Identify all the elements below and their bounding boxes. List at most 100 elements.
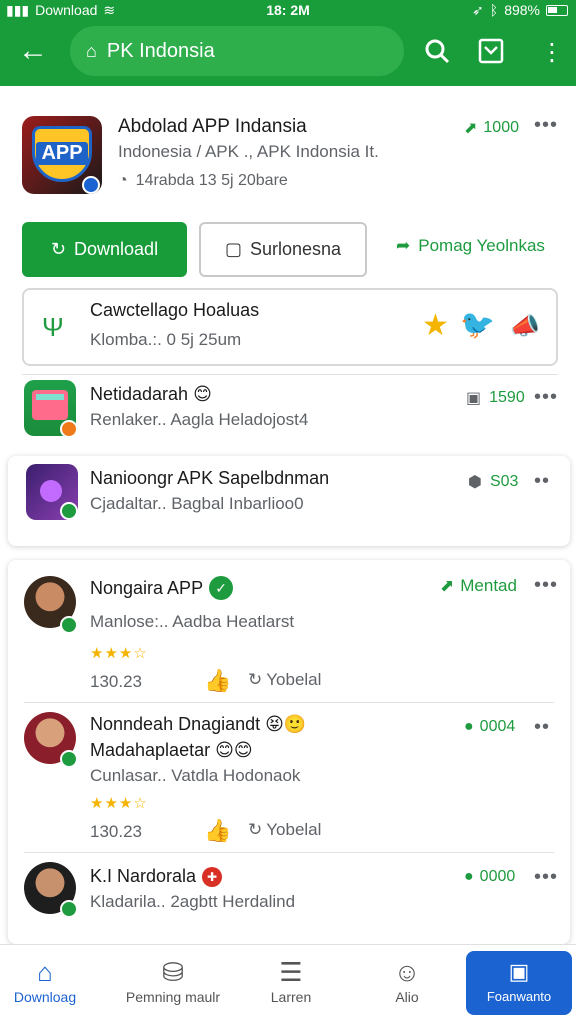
verified-badge-icon: [82, 176, 100, 194]
feature-title: Cawctellago Hoaluas: [90, 300, 260, 320]
secondary-button-label: Surlonesna: [249, 239, 342, 259]
download-button[interactable]: ↻ Downloadl: [22, 222, 187, 277]
bluetooth-icon: ᛒ: [489, 2, 499, 18]
more-options-icon[interactable]: ••: [534, 470, 550, 493]
review-time: 130.23: [90, 822, 142, 841]
review-status: ● 0004: [464, 718, 515, 736]
list-item[interactable]: Netidadarah 😊 Renlaker.. Aagla Heladojos…: [0, 376, 576, 446]
battery-percent: 898%: [504, 2, 540, 18]
feature-card[interactable]: Ψ Cawctellago Hoaluas Klomba.:. 0 5j 25u…: [22, 288, 558, 366]
more-options-icon[interactable]: ••: [534, 716, 550, 739]
search-text: PK Indonsia: [106, 39, 215, 62]
nav-item-download[interactable]: ⌂ Downloag: [0, 955, 102, 1005]
list-item-count: ▣ 1590: [466, 388, 525, 408]
review-status-text: Mentad: [460, 576, 517, 595]
review-status-text: 0000: [479, 868, 516, 885]
app-title: Abdolad APP Indansia: [118, 116, 307, 137]
divider: [24, 702, 554, 703]
download-count: ⬈ 1000: [464, 118, 519, 138]
thumbs-up-icon[interactable]: 👍: [204, 668, 231, 694]
nav-label: Larren: [270, 989, 312, 1005]
reply-link[interactable]: ↻ Yobelal: [248, 670, 321, 690]
review-sub: Manlose:.. Aadba Heatlarst: [90, 612, 295, 631]
location-icon: ➶: [472, 1, 484, 18]
share-icon: ➦: [396, 236, 411, 255]
star-icon: ★: [422, 309, 449, 342]
status-right: ➶ ᛒ 898%: [472, 2, 568, 19]
review-status-text: 0004: [479, 718, 516, 735]
chat-icon: ●: [464, 718, 474, 735]
trend-up-icon: ⬈: [440, 576, 455, 595]
review-title: Nonndeah Dnagiandt 😝🙂: [90, 714, 307, 734]
thumbs-up-icon[interactable]: 👍: [204, 818, 231, 844]
verified-badge-icon: [60, 750, 78, 768]
review-status: ● 0000: [464, 868, 515, 886]
nav-item-larren[interactable]: ☰ Larren: [234, 955, 348, 1005]
review-title: Nongaira APP ✓: [90, 576, 234, 600]
nav-label: Alio: [395, 989, 419, 1005]
notification-icon: ☺: [393, 957, 421, 987]
box-icon: ▣: [466, 390, 482, 407]
app-bar: ← ⌂ PK Indonsia ⋮: [0, 20, 576, 86]
bottom-navigation: ⌂ Downloag ⛁ Pemning maulr ☰ Larren ☺ Al…: [0, 944, 576, 1024]
reply-label: Yobelal: [266, 670, 322, 689]
alert-icon: ✚: [202, 866, 223, 887]
search-field[interactable]: ⌂ PK Indonsia: [70, 26, 404, 76]
reply-label: Yobelal: [266, 820, 322, 839]
list-icon: ☰: [279, 957, 303, 987]
nav-item-foanwanto[interactable]: ▣ Foanwanto: [466, 951, 572, 1015]
rating-stars: ★★★☆: [90, 795, 148, 812]
list-item-count: ⬢ S03: [468, 472, 518, 492]
tonal-link[interactable]: ➦ Pomag Yeolnkas: [396, 236, 545, 256]
rating-stars: ★★★☆: [90, 645, 148, 662]
tonal-link-label: Pomag Yeolnkas: [418, 236, 545, 255]
list-item-count-text: 1590: [489, 389, 525, 406]
bookmark-icon[interactable]: [478, 38, 504, 71]
megaphone-icon[interactable]: 📣: [510, 312, 540, 341]
list-item-title: Netidadarah 😊: [90, 384, 212, 404]
back-arrow-icon[interactable]: ←: [18, 36, 52, 70]
badge-icon: [60, 420, 78, 438]
reviews-panel: Nongaira APP ✓ Manlose:.. Aadba Heatlars…: [8, 560, 570, 944]
verified-icon: ✓: [209, 576, 234, 600]
feature-sub: Klomba.:. 0 5j 25um: [90, 330, 242, 349]
verified-badge-icon: [60, 900, 78, 918]
bird-icon: 🐦: [460, 309, 495, 340]
list-item[interactable]: Nanioongr APK Sapelbdnman Cjadaltar.. Ba…: [8, 456, 570, 546]
verified-badge-icon: [60, 502, 78, 520]
app-icon: APP: [22, 116, 102, 194]
nav-label: Downloag: [13, 989, 77, 1005]
shield-icon: ⬢: [468, 474, 482, 491]
more-options-icon[interactable]: •••: [534, 386, 558, 409]
chat-icon: ●: [464, 868, 474, 885]
main-app-row[interactable]: APP Abdolad APP Indansia Indonesia / APK…: [0, 96, 576, 216]
reply-icon: ↻: [248, 820, 263, 839]
clock-icon: ◔: [118, 172, 128, 189]
home-icon: ⌂: [86, 40, 97, 61]
trident-icon: Ψ: [42, 312, 64, 342]
reply-link[interactable]: ↻ Yobelal: [248, 820, 321, 840]
chart-icon: ⛁: [162, 957, 184, 987]
document-icon: ▢: [224, 239, 242, 259]
secondary-button[interactable]: ▢ Surlonesna: [199, 222, 367, 277]
review-title-line2: Madahaplaetar 😊😊: [90, 740, 253, 760]
more-options-icon[interactable]: •••: [534, 574, 558, 597]
app-icon: [24, 380, 78, 438]
more-options-icon[interactable]: •••: [534, 866, 558, 889]
app-icon-text: APP: [36, 142, 88, 165]
more-options-icon[interactable]: •••: [534, 114, 558, 137]
list-item-sub: Cjadaltar.. Bagbal Inbarlioo0: [90, 494, 304, 513]
nav-item-alio[interactable]: ☺ Alio: [350, 955, 464, 1005]
review-title-text: Nongaira APP: [90, 577, 204, 598]
app-icon: [26, 464, 78, 520]
list-item-title: Nanioongr APK Sapelbdnman: [90, 468, 330, 488]
search-icon[interactable]: [424, 38, 450, 71]
download-count-text: 1000: [483, 119, 519, 136]
nav-item-pemning[interactable]: ⛁ Pemning maulr: [116, 955, 230, 1005]
reply-icon: ↻: [248, 670, 263, 689]
divider: [24, 852, 554, 853]
app-meta: ◔ 14rabda 13 5j 20bare: [118, 172, 288, 190]
more-vert-icon[interactable]: ⋮: [540, 38, 564, 67]
review-sub: Cunlasar.. Vatdla Hodonaok: [90, 766, 301, 785]
divider: [22, 374, 558, 375]
